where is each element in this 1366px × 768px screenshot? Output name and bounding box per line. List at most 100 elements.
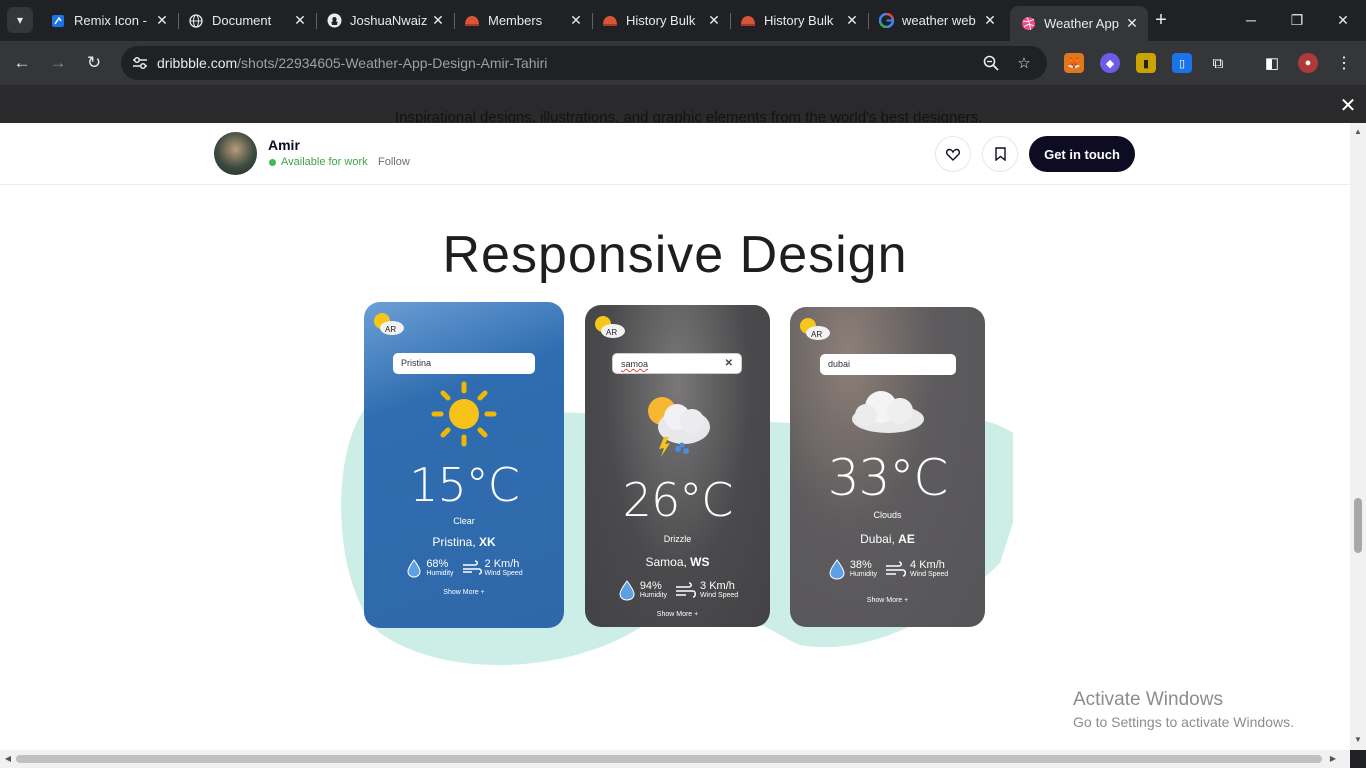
- docs-extension-icon[interactable]: ▯: [1172, 53, 1192, 73]
- scrollbar-thumb[interactable]: [1354, 498, 1362, 553]
- tab-strip: ▾ Remix Icon - ✕ Document ✕ JoshuaNwaiz …: [0, 0, 1366, 41]
- wind-value: 3 Km/h: [700, 579, 735, 592]
- show-more-link[interactable]: Show More +: [585, 611, 770, 618]
- tab-history-bulk-1[interactable]: History Bulk ✕: [592, 6, 730, 35]
- helmet-icon: [602, 13, 618, 29]
- helmet-icon: [740, 13, 756, 29]
- bookmark-star-icon[interactable]: ☆: [1014, 53, 1034, 73]
- extensions-puzzle-icon[interactable]: ⧉: [1208, 53, 1228, 73]
- scroll-up-icon[interactable]: ▲: [1353, 127, 1363, 137]
- humidity-icon: [829, 559, 845, 580]
- more-menu-icon[interactable]: ⋮: [1334, 53, 1354, 73]
- show-more-link[interactable]: Show More +: [790, 597, 985, 604]
- bookmark-icon: [994, 147, 1006, 161]
- storm-cloud-icon: [648, 397, 710, 457]
- back-icon[interactable]: ←: [9, 50, 35, 76]
- tab-title: JoshuaNwaiz: [350, 13, 428, 28]
- close-icon[interactable]: ✕: [568, 12, 584, 29]
- wind-value: 4 Km/h: [910, 558, 945, 571]
- address-bar[interactable]: dribbble.com/shots/22934605-Weather-App-…: [121, 46, 1047, 80]
- scrollbar-thumb[interactable]: [16, 755, 1322, 763]
- helmet-icon: [464, 13, 480, 29]
- yellow-extension-icon[interactable]: ▮: [1136, 53, 1156, 73]
- close-icon[interactable]: ✕: [154, 12, 170, 29]
- forward-icon[interactable]: →: [45, 50, 71, 76]
- profile-avatar[interactable]: ●: [1298, 53, 1318, 73]
- tab-title: Weather App: [1044, 16, 1119, 31]
- close-icon[interactable]: ✕: [706, 12, 722, 29]
- city-search-input[interactable]: dubai: [820, 354, 956, 375]
- wind-label: Wind Speed: [700, 591, 739, 599]
- window-close-icon[interactable]: ✕: [1331, 8, 1355, 32]
- close-icon[interactable]: ✕: [1338, 95, 1358, 117]
- tab-weather-app[interactable]: Weather App ✕: [1010, 6, 1148, 41]
- condition: Clouds: [873, 510, 902, 520]
- follow-link[interactable]: Follow: [378, 156, 410, 168]
- tab-title: History Bulk: [626, 13, 696, 28]
- humidity-value: 38%: [849, 558, 872, 571]
- tab-title: Document: [212, 13, 272, 28]
- tab-title: Remix Icon -: [74, 13, 147, 28]
- logo-icon: AR: [374, 313, 404, 335]
- condition: Clear: [453, 516, 475, 526]
- close-icon[interactable]: ✕: [1124, 15, 1140, 32]
- humidity-stat: 68% Humidity: [405, 558, 454, 578]
- author-name[interactable]: Amir: [268, 137, 300, 153]
- ai-extension-icon[interactable]: ◆: [1100, 53, 1120, 73]
- zoom-icon[interactable]: [981, 53, 1001, 73]
- temperature: 15°C: [409, 458, 520, 512]
- temperature: 26°C: [622, 473, 734, 527]
- side-panel-icon[interactable]: ◧: [1262, 53, 1282, 73]
- weather-card-samoa: AR samoa ✕ 26°C Drizzle Samoa, WS 94% Hum…: [585, 305, 770, 627]
- svg-text:AR: AR: [385, 325, 396, 334]
- wind-icon: [676, 581, 697, 598]
- show-more-link[interactable]: Show More +: [364, 589, 564, 596]
- horizontal-scrollbar[interactable]: ◀ ▶: [0, 750, 1350, 768]
- city-search-input[interactable]: samoa ✕: [612, 353, 742, 374]
- minimize-icon[interactable]: ─: [1239, 8, 1263, 32]
- tab-github[interactable]: JoshuaNwaiz ✕: [316, 6, 454, 35]
- temperature: 33°C: [827, 449, 949, 507]
- close-icon[interactable]: ✕: [982, 12, 998, 29]
- tab-weather-web[interactable]: weather web ✕: [868, 6, 1006, 35]
- restore-icon[interactable]: ❐: [1285, 8, 1309, 32]
- svg-text:AR: AR: [811, 330, 822, 339]
- city-search-input[interactable]: Pristina: [393, 353, 535, 374]
- close-icon[interactable]: ✕: [844, 12, 860, 29]
- url-text[interactable]: dribbble.com/shots/22934605-Weather-App-…: [157, 55, 547, 71]
- shot-header: Amir Available for work Follow Get in to…: [0, 123, 1350, 185]
- tab-search-button[interactable]: ▾: [7, 7, 33, 33]
- wind-label: Wind Speed: [484, 569, 523, 577]
- like-button[interactable]: [935, 136, 971, 172]
- scroll-down-icon[interactable]: ▼: [1353, 735, 1363, 745]
- humidity-icon: [619, 580, 635, 601]
- clear-search-icon[interactable]: ✕: [725, 358, 733, 369]
- country-code: WS: [690, 555, 710, 569]
- shot-overlay: Amir Available for work Follow Get in to…: [0, 123, 1350, 750]
- activation-watermark-subtitle: Go to Settings to activate Windows.: [1073, 714, 1294, 730]
- tab-document[interactable]: Document ✕: [178, 6, 316, 35]
- vertical-scrollbar[interactable]: ▲ ▼: [1350, 123, 1366, 750]
- new-tab-button[interactable]: +: [1150, 9, 1172, 31]
- weather-stats: 68% Humidity 2 Km/h Wind Speed: [364, 558, 564, 578]
- dribbble-icon: [1020, 16, 1036, 32]
- remix-icon: [50, 13, 66, 29]
- save-button[interactable]: [982, 136, 1018, 172]
- tab-history-bulk-2[interactable]: History Bulk ✕: [730, 6, 868, 35]
- location: Samoa, WS: [585, 555, 770, 569]
- scroll-left-icon[interactable]: ◀: [3, 754, 13, 764]
- reload-icon[interactable]: ↻: [81, 50, 107, 76]
- scroll-right-icon[interactable]: ▶: [1328, 754, 1338, 764]
- tab-members[interactable]: Members ✕: [454, 6, 592, 35]
- tab-remix-icon[interactable]: Remix Icon - ✕: [40, 6, 178, 35]
- metamask-extension-icon[interactable]: 🦊: [1064, 53, 1084, 73]
- close-icon[interactable]: ✕: [430, 12, 446, 29]
- avatar[interactable]: [214, 132, 257, 175]
- site-settings-icon[interactable]: [129, 52, 151, 74]
- close-icon[interactable]: ✕: [292, 12, 308, 29]
- city-name: Pristina,: [432, 535, 476, 549]
- humidity-stat: 94% Humidity: [617, 579, 667, 601]
- humidity-stat: 38% Humidity: [827, 558, 877, 580]
- get-in-touch-button[interactable]: Get in touch: [1029, 136, 1135, 172]
- github-icon: [326, 13, 342, 29]
